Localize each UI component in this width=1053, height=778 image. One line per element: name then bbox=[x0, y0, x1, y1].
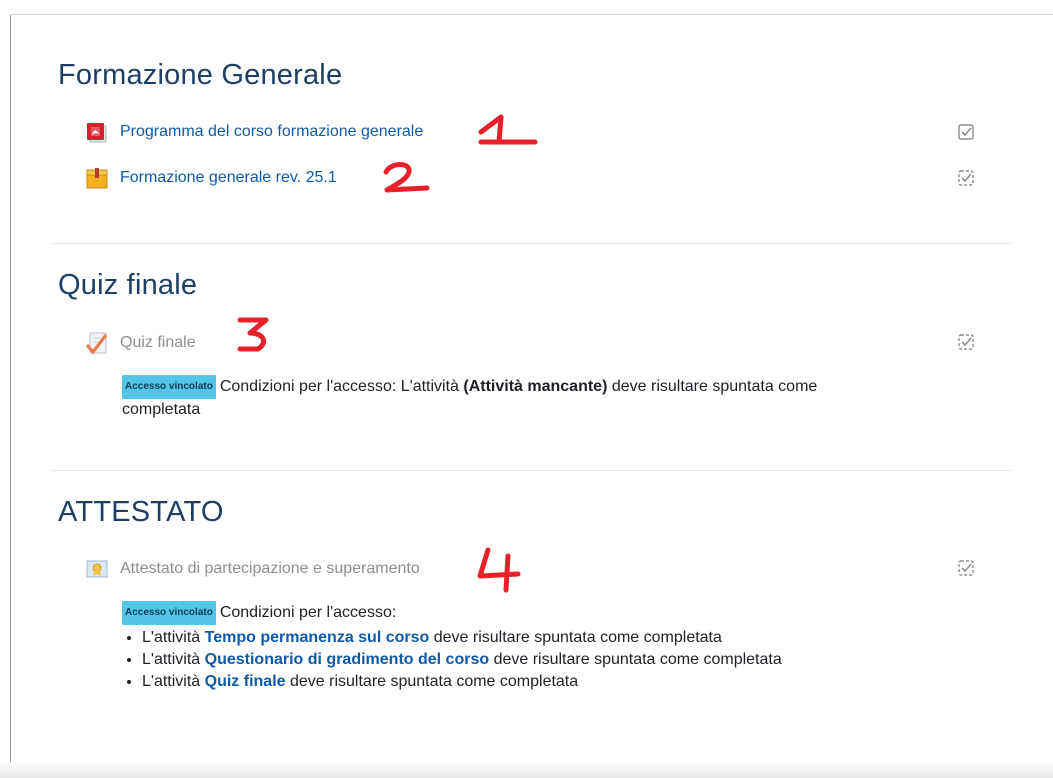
frame-border-left bbox=[10, 14, 11, 778]
frame-shadow bbox=[0, 762, 1053, 778]
restriction-text: Condizioni per l'accesso: L'attività bbox=[219, 378, 464, 395]
list-item: L'attività Quiz finale deve risultare sp… bbox=[142, 671, 962, 693]
pdf-icon bbox=[84, 119, 110, 145]
restriction-info: Accesso vincolato Condizioni per l'access… bbox=[122, 375, 962, 421]
manual-completion-icon[interactable] bbox=[958, 124, 974, 140]
condition-activity-link[interactable]: Quiz finale bbox=[205, 673, 286, 690]
activity-link[interactable]: Programma del corso formazione generale bbox=[120, 123, 423, 141]
activity-formazione-generale-scorm[interactable]: Formazione generale rev. 25.1 bbox=[84, 163, 337, 193]
annotation-marker-3 bbox=[237, 317, 269, 352]
restriction-text: completata bbox=[122, 401, 201, 418]
activity-programma-corso[interactable]: Programma del corso formazione generale bbox=[84, 117, 423, 147]
section-title-quiz-finale: Quiz finale bbox=[58, 269, 198, 301]
restriction-missing-activity: (Attività mancante) bbox=[463, 378, 608, 395]
section-title-attestato: ATTESTATO bbox=[58, 496, 224, 528]
activity-link[interactable]: Formazione generale rev. 25.1 bbox=[120, 169, 337, 187]
restriction-text: Condizioni per l'accesso: bbox=[219, 604, 397, 621]
list-item: L'attività Questionario di gradimento de… bbox=[142, 649, 962, 671]
activity-link[interactable]: Quiz finale bbox=[120, 334, 196, 352]
restriction-info: Accesso vincolato Condizioni per l'access… bbox=[122, 601, 962, 693]
certificate-icon bbox=[84, 556, 110, 582]
activity-attestato[interactable]: Attestato di partecipazione e superament… bbox=[84, 554, 420, 584]
restricted-badge: Accesso vincolato bbox=[122, 375, 216, 399]
restricted-badge: Accesso vincolato bbox=[122, 601, 216, 625]
condition-activity-link[interactable]: Tempo permanenza sul corso bbox=[205, 629, 430, 646]
list-item: L'attività Tempo permanenza sul corso de… bbox=[142, 627, 962, 649]
section-divider bbox=[50, 470, 1013, 471]
restriction-conditions-list: L'attività Tempo permanenza sul corso de… bbox=[122, 627, 962, 693]
activity-link[interactable]: Attestato di partecipazione e superament… bbox=[120, 560, 420, 578]
condition-activity-link[interactable]: Questionario di gradimento del corso bbox=[205, 651, 489, 668]
section-title-formazione-generale: Formazione Generale bbox=[58, 59, 343, 91]
restriction-text: deve risultare spuntata come bbox=[607, 378, 818, 395]
auto-completion-icon bbox=[958, 334, 974, 350]
auto-completion-icon bbox=[958, 560, 974, 576]
scorm-package-icon bbox=[84, 165, 110, 191]
quiz-icon bbox=[84, 330, 110, 356]
frame-border-top bbox=[10, 14, 1053, 15]
annotation-marker-2 bbox=[383, 162, 430, 193]
section-divider bbox=[50, 243, 1013, 244]
auto-completion-icon bbox=[958, 170, 974, 186]
annotation-marker-1 bbox=[478, 114, 538, 145]
activity-quiz-finale[interactable]: Quiz finale bbox=[84, 328, 196, 358]
annotation-marker-4 bbox=[477, 547, 521, 593]
